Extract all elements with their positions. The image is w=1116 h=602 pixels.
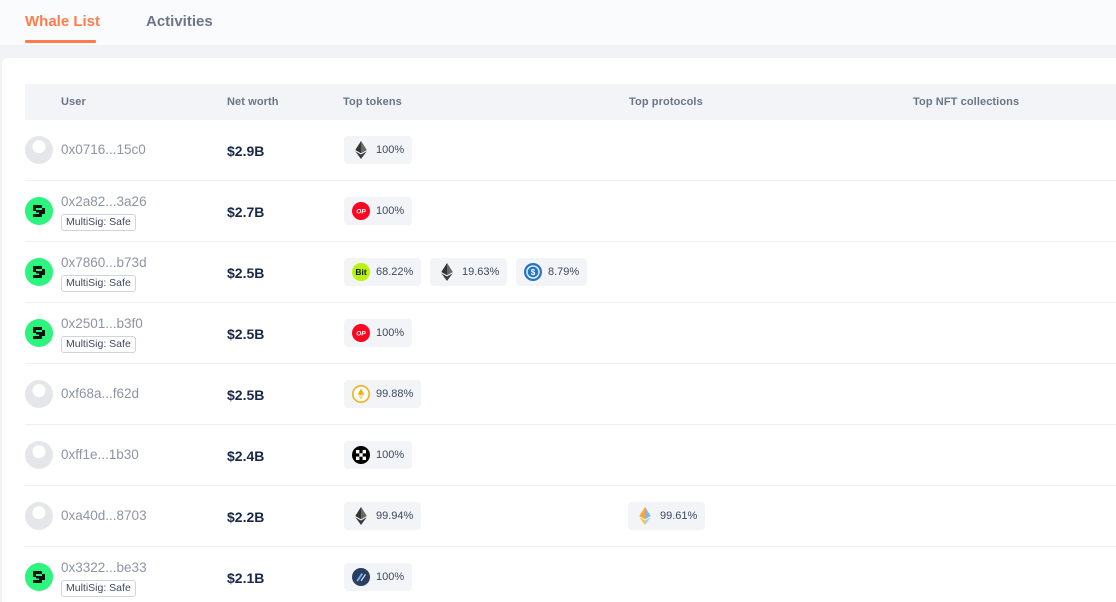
wallet-address-link[interactable]: 0xa40d...8703 [61, 508, 147, 523]
token-chip[interactable]: OP 100% [344, 319, 413, 347]
wallet-address-link[interactable]: 0x7860...b73d [61, 255, 147, 270]
token-share-percent: 99.88% [376, 388, 414, 400]
column-header-net-worth: Net worth [227, 96, 279, 108]
column-header-top-protocols: Top protocols [629, 96, 703, 108]
bit-icon: Bit [352, 263, 370, 281]
safe-avatar-icon[interactable] [25, 197, 53, 225]
protocol-share-percent: 99.61% [660, 510, 698, 522]
token-chip[interactable]: OP 100% [344, 197, 413, 225]
wallet-address-link[interactable]: 0x2a82...3a26 [61, 194, 147, 209]
token-share-percent: 100% [376, 327, 405, 339]
net-worth-value: $2.9B [227, 143, 265, 159]
eth-icon [438, 263, 456, 281]
column-header-top-nft-collections: Top NFT collections [913, 96, 1020, 108]
token-share-percent: 68.22% [376, 266, 414, 278]
table-row[interactable]: 0xf68a...f62d $2.5B 99.88% [25, 364, 1116, 425]
tab-activities[interactable]: Activities [146, 13, 213, 30]
okb-icon [352, 446, 370, 464]
token-chip[interactable]: 100% [344, 136, 413, 164]
token-chip[interactable]: $8.79% [516, 258, 588, 286]
column-header-user: User [61, 96, 86, 108]
net-worth-value: $2.4B [227, 448, 265, 464]
token-share-percent: 100% [376, 571, 405, 583]
tab-whale-list[interactable]: Whale List [25, 13, 100, 30]
token-chip[interactable]: 100% [344, 563, 413, 591]
eth2-staking-icon [636, 507, 654, 525]
active-tab-indicator [25, 40, 96, 43]
token-share-percent: 19.63% [462, 266, 500, 278]
multisig-badge: MultiSig: Safe [61, 214, 136, 231]
net-worth-value: $2.1B [227, 570, 265, 586]
net-worth-value: $2.5B [227, 265, 265, 281]
safe-avatar-icon[interactable] [25, 258, 53, 286]
weth-gold-icon [352, 385, 370, 403]
wallet-address-link[interactable]: 0x2501...b3f0 [61, 316, 143, 331]
table-row[interactable]: 0xff1e...1b30 $2.4B 100% [25, 425, 1116, 486]
table-row[interactable]: 0xa40d...8703 $2.2B 99.94% 99.61% [25, 486, 1116, 547]
token-share-percent: 100% [376, 449, 405, 461]
svg-text:OP: OP [356, 331, 366, 338]
table-row[interactable]: 0x2501...b3f0 MultiSig: Safe $2.5B OP 100% [25, 303, 1116, 364]
token-chip[interactable]: 99.94% [344, 502, 422, 530]
wallet-address-link[interactable]: 0xf68a...f62d [61, 386, 139, 401]
eth-icon [352, 507, 370, 525]
table-row[interactable]: 0x0716...15c0 $2.9B 100% [25, 120, 1116, 181]
token-share-percent: 100% [376, 144, 405, 156]
token-chip[interactable]: Bit 68.22% [344, 258, 422, 286]
token-chip[interactable]: 19.63% [430, 258, 508, 286]
wallet-address-link[interactable]: 0x0716...15c0 [61, 142, 146, 157]
matic-icon [352, 568, 370, 586]
multisig-badge: MultiSig: Safe [61, 275, 136, 292]
wallet-address-link[interactable]: 0xff1e...1b30 [61, 447, 139, 462]
avatar[interactable] [25, 441, 53, 469]
token-chip[interactable]: 100% [344, 441, 413, 469]
safe-avatar-icon[interactable] [25, 563, 53, 591]
eth-icon [352, 141, 370, 159]
net-worth-value: $2.5B [227, 387, 265, 403]
safe-avatar-icon[interactable] [25, 319, 53, 347]
token-chip[interactable]: 99.88% [344, 380, 422, 408]
table-row[interactable]: 0x2a82...3a26 MultiSig: Safe $2.7B OP 100% [25, 181, 1116, 242]
multisig-badge: MultiSig: Safe [61, 580, 136, 597]
token-share-percent: 100% [376, 205, 405, 217]
net-worth-value: $2.5B [227, 326, 265, 342]
svg-text:OP: OP [356, 209, 366, 216]
table-row[interactable]: 0x3322...be33 MultiSig: Safe $2.1B 100% [25, 547, 1116, 602]
svg-text:$: $ [531, 268, 536, 277]
op-icon: OP [352, 202, 370, 220]
wallet-address-link[interactable]: 0x3322...be33 [61, 560, 147, 575]
token-share-percent: 8.79% [548, 266, 580, 278]
avatar[interactable] [25, 380, 53, 408]
table-row[interactable]: 0x7860...b73d MultiSig: Safe $2.5B Bit 68.22… [25, 242, 1116, 303]
op-icon: OP [352, 324, 370, 342]
avatar[interactable] [25, 502, 53, 530]
column-header-top-tokens: Top tokens [343, 96, 402, 108]
net-worth-value: $2.2B [227, 509, 265, 525]
protocol-chip[interactable]: 99.61% [628, 502, 706, 530]
avatar[interactable] [25, 136, 53, 164]
usdc-icon: $ [524, 263, 542, 281]
net-worth-value: $2.7B [227, 204, 265, 220]
token-share-percent: 99.94% [376, 510, 414, 522]
svg-text:Bit: Bit [355, 267, 367, 277]
multisig-badge: MultiSig: Safe [61, 336, 136, 353]
